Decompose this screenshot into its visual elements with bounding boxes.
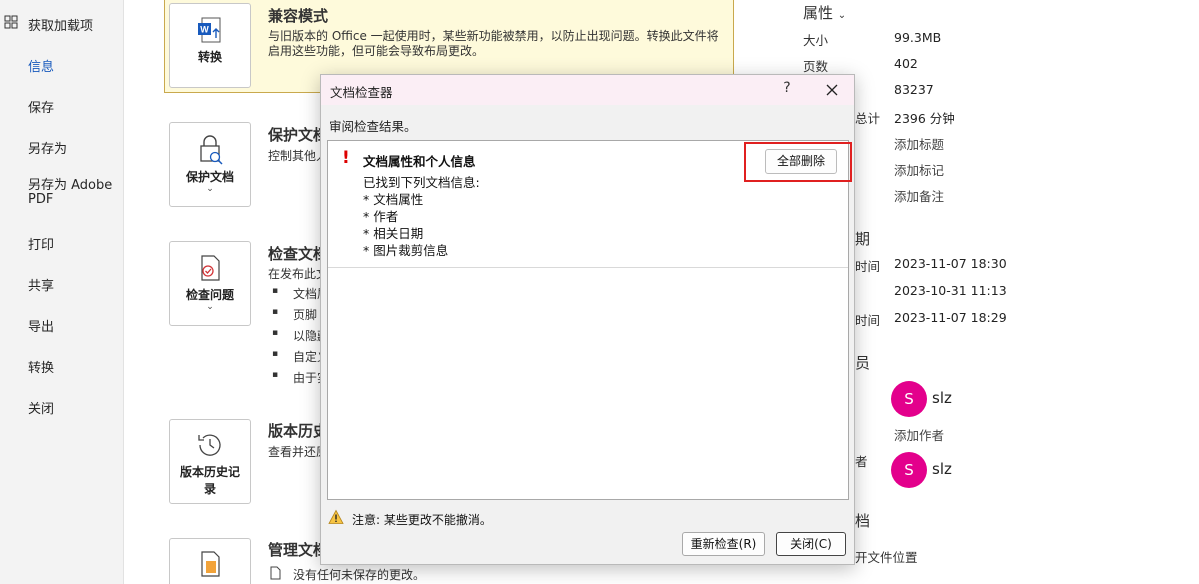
version-history-button[interactable]: 版本历史记 录 [169, 419, 251, 504]
last-modified-by-label: 者 [855, 454, 868, 469]
avatar[interactable]: S [891, 381, 927, 417]
svg-text:W: W [200, 25, 209, 35]
dialog-subtitle: 审阅检查结果。 [329, 119, 417, 134]
protect-document-button[interactable]: 保护文档 ⌄ [169, 122, 251, 207]
result-separator [328, 267, 848, 268]
version-history-label-1: 版本历史记 [179, 465, 240, 479]
prop-words-value: 83237 [894, 82, 934, 97]
manage-document-button[interactable] [169, 538, 251, 584]
warning-icon [328, 509, 344, 524]
nav-save[interactable]: 保存 [28, 97, 54, 116]
document-inspector-dialog: 文档检查器 ? 审阅检查结果。 ! 文档属性和个人信息 已找到下列文档信息: *… [320, 74, 855, 565]
printed-label: 时间 [855, 313, 881, 328]
manage-document-icon [201, 551, 220, 577]
version-history-label-2: 录 [203, 482, 216, 496]
modified-value: 2023-11-07 18:30 [894, 256, 1007, 271]
printed-value: 2023-11-07 18:29 [894, 310, 1007, 325]
check-issues-button[interactable]: 检查问题 ⌄ [169, 241, 251, 326]
manage-desc: 没有任何未保存的更改。 [293, 568, 426, 582]
inspection-results-panel: ! 文档属性和个人信息 已找到下列文档信息: * 文档属性 * 作者 * 相关日… [327, 140, 852, 500]
add-ins-icon [4, 15, 18, 29]
nav-get-addins[interactable]: 获取加载项 [28, 15, 93, 34]
related-docs-header: 档 [855, 512, 871, 530]
modified-label: 时间 [855, 259, 881, 274]
author-name[interactable]: slz [932, 389, 952, 407]
nav-share[interactable]: 共享 [28, 275, 54, 294]
document-icon [270, 566, 281, 580]
close-button[interactable]: 关闭(C) [776, 532, 846, 556]
prop-pages-value: 402 [894, 56, 918, 71]
prop-pages-label: 页数 [803, 59, 829, 74]
warning-exclamation-icon: ! [342, 148, 350, 168]
close-icon[interactable] [821, 79, 843, 101]
prop-edit-time-value: 2396 分钟 [894, 111, 955, 126]
inspect-bullet: 页脚 [272, 306, 317, 323]
last-modified-name[interactable]: slz [932, 460, 952, 478]
add-author-link[interactable]: 添加作者 [894, 425, 944, 444]
avatar[interactable]: S [891, 452, 927, 488]
convert-button[interactable]: W 转换 [169, 3, 251, 88]
prop-size-label: 大小 [803, 33, 829, 48]
add-title-link[interactable]: 添加标题 [894, 134, 944, 153]
reinspect-button[interactable]: 重新检查(R) [682, 532, 765, 556]
nav-save-as[interactable]: 另存为 [28, 138, 67, 157]
version-desc: 查看并还原 [268, 445, 329, 459]
inspect-desc: 在发布此文 [268, 267, 329, 281]
inspect-title: 检查文档 [268, 245, 329, 263]
version-title: 版本历史 [268, 422, 329, 440]
warning-text: 注意: 某些更改不能撤消。 [352, 513, 492, 527]
chevron-down-icon: ⌄ [837, 10, 847, 21]
dialog-title: 文档检查器 [330, 85, 393, 100]
compat-title: 兼容模式 [268, 7, 329, 25]
nav-info[interactable]: 信息 [28, 56, 54, 75]
history-clock-icon [198, 434, 221, 456]
word-convert-icon: W [198, 17, 221, 43]
add-tags-link[interactable]: 添加标记 [894, 160, 944, 179]
nav-convert[interactable]: 转换 [28, 357, 54, 376]
chevron-down-icon: ⌄ [206, 302, 214, 312]
properties-header[interactable]: 属性 ⌄ [803, 2, 846, 23]
nav-export[interactable]: 导出 [28, 316, 54, 335]
protect-title: 保护文档 [268, 126, 329, 144]
result-item: * 图片裁剪信息 [363, 243, 449, 258]
protect-desc: 控制其他人 [268, 149, 329, 163]
remove-all-button[interactable]: 全部删除 [765, 149, 837, 174]
chevron-down-icon: ⌄ [206, 184, 214, 194]
add-comments-link[interactable]: 添加备注 [894, 186, 944, 205]
created-value: 2023-10-31 11:13 [894, 283, 1007, 298]
open-file-location-link[interactable]: 开文件位置 [855, 547, 918, 566]
prop-size-value: 99.3MB [894, 30, 942, 45]
result-title: 文档属性和个人信息 [363, 154, 476, 169]
left-nav: 获取加载项 信息 保存 另存为 另存为 Adobe PDF 打印 共享 导出 转… [0, 0, 124, 584]
manage-title: 管理文档 [268, 541, 329, 559]
dialog-titlebar[interactable]: 文档检查器 ? [321, 75, 854, 105]
lock-icon [200, 135, 223, 165]
nav-save-as-pdf[interactable]: 另存为 Adobe PDF [28, 179, 118, 207]
nav-print[interactable]: 打印 [28, 234, 54, 253]
compat-desc-2: 启用这些功能，但可能会导致布局更改。 [268, 44, 485, 58]
dates-header: 期 [855, 230, 871, 248]
people-header: 员 [855, 354, 871, 372]
nav-close[interactable]: 关闭 [28, 398, 54, 417]
help-button[interactable]: ? [779, 80, 795, 100]
inspect-document-icon [201, 255, 220, 281]
convert-button-label: 转换 [197, 50, 222, 64]
prop-edit-time-label: 总计 [855, 111, 881, 126]
